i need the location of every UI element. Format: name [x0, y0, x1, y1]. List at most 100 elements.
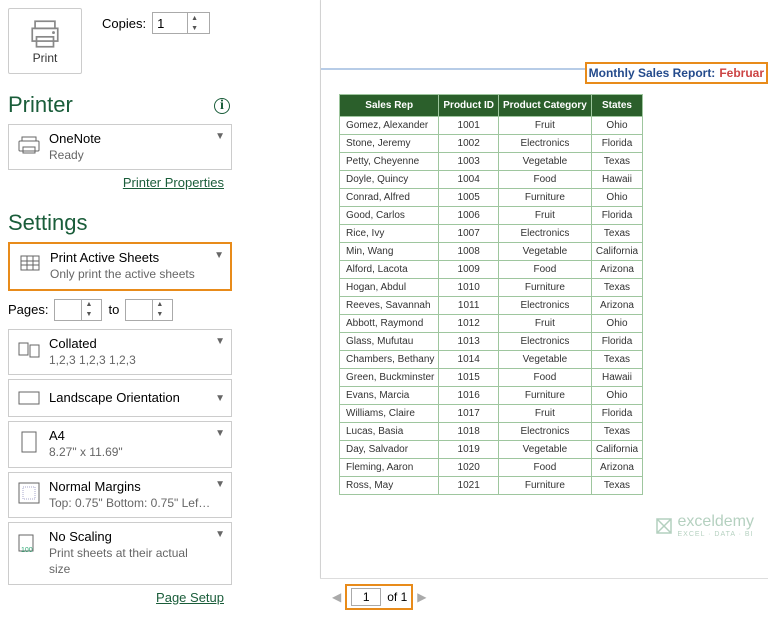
table-cell: 1007 [439, 225, 499, 243]
copies-down[interactable]: ▼ [188, 23, 201, 33]
table-cell: Ohio [591, 189, 642, 207]
table-row: Chambers, Bethany1014VegetableTexas [340, 351, 643, 369]
print-label: Print [33, 51, 58, 65]
table-row: Lucas, Basia1018ElectronicsTexas [340, 423, 643, 441]
settings-heading: Settings [8, 210, 232, 236]
printer-status: Ready [49, 148, 211, 164]
table-cell: Lucas, Basia [340, 423, 439, 441]
table-cell: Food [498, 459, 591, 477]
margins-sub: Top: 0.75" Bottom: 0.75" Lef… [49, 496, 211, 512]
table-cell: Fruit [498, 315, 591, 333]
table-header: Product ID [439, 95, 499, 117]
table-cell: California [591, 441, 642, 459]
data-table: Sales RepProduct IDProduct CategoryState… [339, 94, 643, 495]
orientation-label: Landscape Orientation [49, 390, 211, 407]
copies-input[interactable] [153, 16, 187, 31]
table-cell: 1015 [439, 369, 499, 387]
table-cell: Ross, May [340, 477, 439, 495]
print-button[interactable]: Print [8, 8, 82, 74]
table-cell: Good, Carlos [340, 207, 439, 225]
table-row: Rice, Ivy1007ElectronicsTexas [340, 225, 643, 243]
chevron-down-icon: ▼ [215, 428, 225, 439]
table-cell: Food [498, 369, 591, 387]
print-what-title: Print Active Sheets [50, 250, 210, 267]
scaling-select[interactable]: 100 No ScalingPrint sheets at their actu… [8, 522, 232, 584]
pages-to-spinner[interactable]: ▲▼ [125, 299, 173, 321]
collated-icon [15, 336, 43, 364]
page-icon [15, 428, 43, 456]
table-cell: 1004 [439, 171, 499, 189]
page-next-button[interactable]: ▶ [417, 590, 426, 604]
copies-up[interactable]: ▲ [188, 13, 201, 23]
table-cell: Williams, Claire [340, 405, 439, 423]
table-cell: Fruit [498, 117, 591, 135]
table-row: Ross, May1021FurnitureTexas [340, 477, 643, 495]
page-prev-button[interactable]: ◀ [332, 590, 341, 604]
chevron-down-icon: ▼ [214, 250, 224, 261]
page-setup-link[interactable]: Page Setup [156, 590, 224, 605]
table-cell: Electronics [498, 225, 591, 243]
table-cell: Reeves, Savannah [340, 297, 439, 315]
table-cell: Texas [591, 279, 642, 297]
paper-select[interactable]: A48.27" x 11.69" ▼ [8, 421, 232, 467]
table-cell: 1019 [439, 441, 499, 459]
table-cell: 1010 [439, 279, 499, 297]
table-cell: Vegetable [498, 243, 591, 261]
printer-select[interactable]: OneNoteReady ▼ [8, 124, 232, 170]
table-cell: Florida [591, 207, 642, 225]
table-cell: 1003 [439, 153, 499, 171]
table-cell: Day, Salvador [340, 441, 439, 459]
paper-title: A4 [49, 428, 211, 445]
table-cell: Abbott, Raymond [340, 315, 439, 333]
table-row: Min, Wang1008VegetableCalifornia [340, 243, 643, 261]
table-cell: Hogan, Abdul [340, 279, 439, 297]
preview-page: Monthly Sales Report: Februar Sales RepP… [321, 0, 768, 578]
table-cell: Arizona [591, 297, 642, 315]
table-cell: Ohio [591, 117, 642, 135]
table-row: Gomez, Alexander1001FruitOhio [340, 117, 643, 135]
scaling-icon: 100 [15, 529, 43, 557]
table-row: Conrad, Alfred1005FurnitureOhio [340, 189, 643, 207]
table-cell: 1001 [439, 117, 499, 135]
table-cell: 1017 [439, 405, 499, 423]
table-header: Product Category [498, 95, 591, 117]
table-cell: 1006 [439, 207, 499, 225]
printer-icon [28, 17, 62, 51]
table-cell: Arizona [591, 459, 642, 477]
table-cell: Vegetable [498, 441, 591, 459]
orientation-select[interactable]: Landscape Orientation ▼ [8, 379, 232, 417]
table-cell: Fruit [498, 405, 591, 423]
table-cell: Food [498, 171, 591, 189]
table-cell: Fruit [498, 207, 591, 225]
table-cell: Furniture [498, 477, 591, 495]
margins-select[interactable]: Normal MarginsTop: 0.75" Bottom: 0.75" L… [8, 472, 232, 518]
scaling-title: No Scaling [49, 529, 211, 546]
table-cell: Rice, Ivy [340, 225, 439, 243]
table-cell: Electronics [498, 135, 591, 153]
table-cell: Ohio [591, 387, 642, 405]
pages-from-input[interactable] [55, 302, 81, 317]
print-what-select[interactable]: Print Active SheetsOnly print the active… [8, 242, 232, 290]
table-cell: Conrad, Alfred [340, 189, 439, 207]
info-icon[interactable]: i [214, 98, 230, 114]
report-title: Monthly Sales Report: [589, 66, 716, 80]
page-current-input[interactable] [351, 588, 381, 606]
copies-spinner[interactable]: ▲▼ [152, 12, 210, 34]
page-indicator-highlight: of 1 [345, 584, 413, 610]
collation-select[interactable]: Collated1,2,3 1,2,3 1,2,3 ▼ [8, 329, 232, 375]
table-cell: 1018 [439, 423, 499, 441]
table-header: States [591, 95, 642, 117]
pages-from-spinner[interactable]: ▲▼ [54, 299, 102, 321]
table-cell: Furniture [498, 189, 591, 207]
printer-properties-link[interactable]: Printer Properties [123, 175, 224, 190]
table-cell: Fleming, Aaron [340, 459, 439, 477]
margins-title: Normal Margins [49, 479, 211, 496]
chevron-down-icon: ▼ [215, 529, 225, 540]
pages-to-label: to [108, 302, 119, 317]
chevron-down-icon: ▼ [215, 336, 225, 347]
table-row: Glass, Mufutau1013ElectronicsFlorida [340, 333, 643, 351]
table-cell: 1005 [439, 189, 499, 207]
collation-title: Collated [49, 336, 211, 353]
table-cell: Glass, Mufutau [340, 333, 439, 351]
pages-to-input[interactable] [126, 302, 152, 317]
